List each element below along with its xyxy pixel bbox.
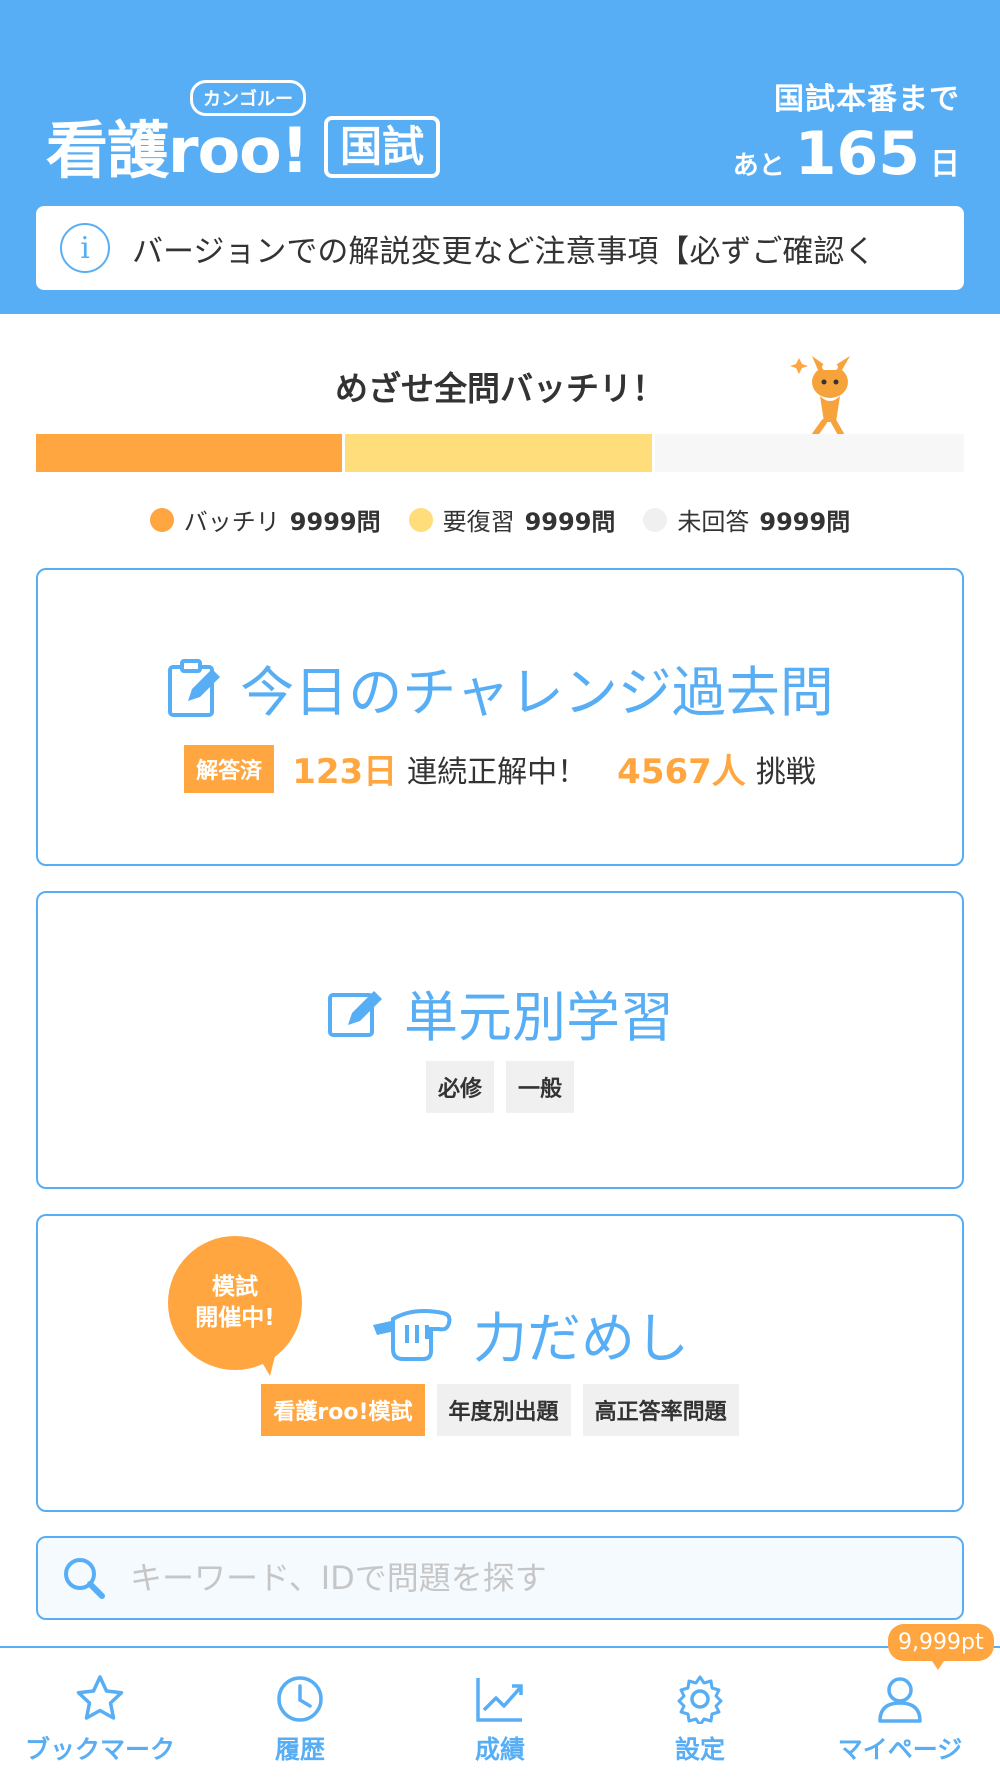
star-icon (76, 1675, 124, 1720)
exam-countdown: 国試本番まで あと 165 日 (733, 74, 960, 184)
streak-label: 連続正解中！ (407, 754, 588, 790)
trial-card[interactable]: 力だめし 看護roo!模試 年度別出題 高正答率問題 (36, 1214, 964, 1512)
bottom-tab-bar: ブックマーク 履歴 成績 設定 マイページ (0, 1646, 1000, 1778)
tab-label: ブックマーク (24, 1735, 175, 1764)
tag-required[interactable]: 必修 (425, 1061, 494, 1113)
trial-tags: 看護roo!模試 年度別出題 高正答率問題 (38, 1384, 962, 1436)
progress-segment-ok (36, 434, 346, 472)
countdown-prefix: あと (732, 151, 785, 181)
legend-label: バッチリ (183, 508, 280, 536)
legend-label: 要復習 (442, 508, 515, 536)
legend-count: 9999問 (524, 508, 616, 536)
answered-badge: 解答済 (184, 744, 275, 793)
legend-label: 未回答 (677, 508, 750, 536)
tab-label: マイページ (837, 1735, 963, 1764)
countdown-label: 国試本番まで (774, 82, 960, 117)
tab-label: 設定 (674, 1735, 725, 1764)
tab-label: 成績 (474, 1735, 525, 1764)
legend-item-review: 要復習 9999問 (408, 502, 616, 537)
bubble-line-1: 模試 (212, 1273, 258, 1300)
logo-text: 看護roo! (46, 114, 309, 187)
tab-history[interactable]: 履歴 (200, 1648, 400, 1778)
search-icon (64, 1558, 105, 1599)
unit-study-title-text: 単元別学習 (404, 986, 674, 1049)
unit-study-tags: 必修 一般 (38, 1061, 962, 1113)
challengers-label: 挑戦 (755, 754, 816, 790)
legend-dot-review (408, 507, 433, 532)
tag-high-accuracy[interactable]: 高正答率問題 (582, 1384, 739, 1436)
search-bar[interactable] (36, 1536, 964, 1620)
notice-text: バージョンでの解説変更など注意事項【必ずご確認く (132, 233, 876, 270)
progress-segment-review (345, 434, 655, 472)
legend-dot-ok (149, 507, 174, 532)
countdown-days: 165 (794, 119, 920, 189)
tab-mypage[interactable]: マイページ (800, 1648, 1000, 1778)
tab-bookmark[interactable]: ブックマーク (0, 1648, 200, 1778)
daily-challenge-title-text: 今日のチャレンジ過去問 (240, 661, 834, 724)
challengers-value: 4567人 (617, 752, 746, 792)
countdown-unit: 日 (930, 147, 960, 182)
unit-study-card[interactable]: 単元別学習 必修 一般 (36, 891, 964, 1189)
kangaroo-mascot-icon (790, 356, 850, 439)
edit-note-icon (328, 990, 382, 1037)
progress-legend: バッチリ 9999問 要復習 9999問 未回答 9999問 (0, 502, 1000, 537)
user-icon (878, 1677, 922, 1723)
chart-icon (476, 1678, 523, 1722)
logo-badge: 国試 (324, 115, 441, 178)
app-header: 看護roo! カンゴルー 国試 国試本番まで あと 165 日 i バージョンで… (0, 0, 1000, 314)
points-badge-tail (930, 1658, 946, 1670)
tab-label: 履歴 (274, 1735, 325, 1764)
mock-exam-bubble: 模試 開催中! (168, 1236, 302, 1370)
clock-icon (277, 1676, 323, 1722)
daily-challenge-title: 今日のチャレンジ過去問 (38, 648, 962, 727)
logo-kana: カンゴルー (190, 80, 306, 116)
legend-count: 9999問 (759, 508, 851, 536)
legend-dot-unanswered (643, 507, 668, 532)
app-logo[interactable]: 看護roo! カンゴルー 国試 (46, 80, 441, 187)
progress-bar (36, 434, 964, 472)
clipboard-edit-icon (168, 658, 221, 717)
trial-title-text: 力だめし (473, 1307, 689, 1370)
tag-general[interactable]: 一般 (506, 1061, 575, 1113)
legend-count: 9999問 (289, 508, 381, 536)
tag-mock-exam[interactable]: 看護roo!模試 (261, 1384, 425, 1436)
tab-results[interactable]: 成績 (400, 1648, 600, 1778)
daily-challenge-card[interactable]: 今日のチャレンジ過去問 解答済 123日 連続正解中！ 4567人 挑戦 (36, 568, 964, 866)
fist-icon (373, 1308, 452, 1361)
daily-challenge-stats: 解答済 123日 連続正解中！ 4567人 挑戦 (38, 744, 962, 793)
streak-value: 123日 (292, 752, 398, 792)
bubble-tail (256, 1352, 276, 1376)
tab-settings[interactable]: 設定 (600, 1648, 800, 1778)
info-icon: i (60, 223, 110, 273)
notice-banner[interactable]: i バージョンでの解説変更など注意事項【必ずご確認く (36, 206, 964, 290)
search-input[interactable] (130, 1559, 910, 1597)
gear-icon (677, 1675, 723, 1724)
tag-by-year[interactable]: 年度別出題 (436, 1384, 571, 1436)
legend-item-ok: バッチリ 9999問 (149, 502, 381, 537)
points-badge: 9,999pt (888, 1624, 994, 1661)
legend-item-unanswered: 未回答 9999問 (643, 502, 850, 537)
bubble-line-2: 開催中! (195, 1305, 275, 1331)
unit-study-title: 単元別学習 (38, 973, 962, 1052)
